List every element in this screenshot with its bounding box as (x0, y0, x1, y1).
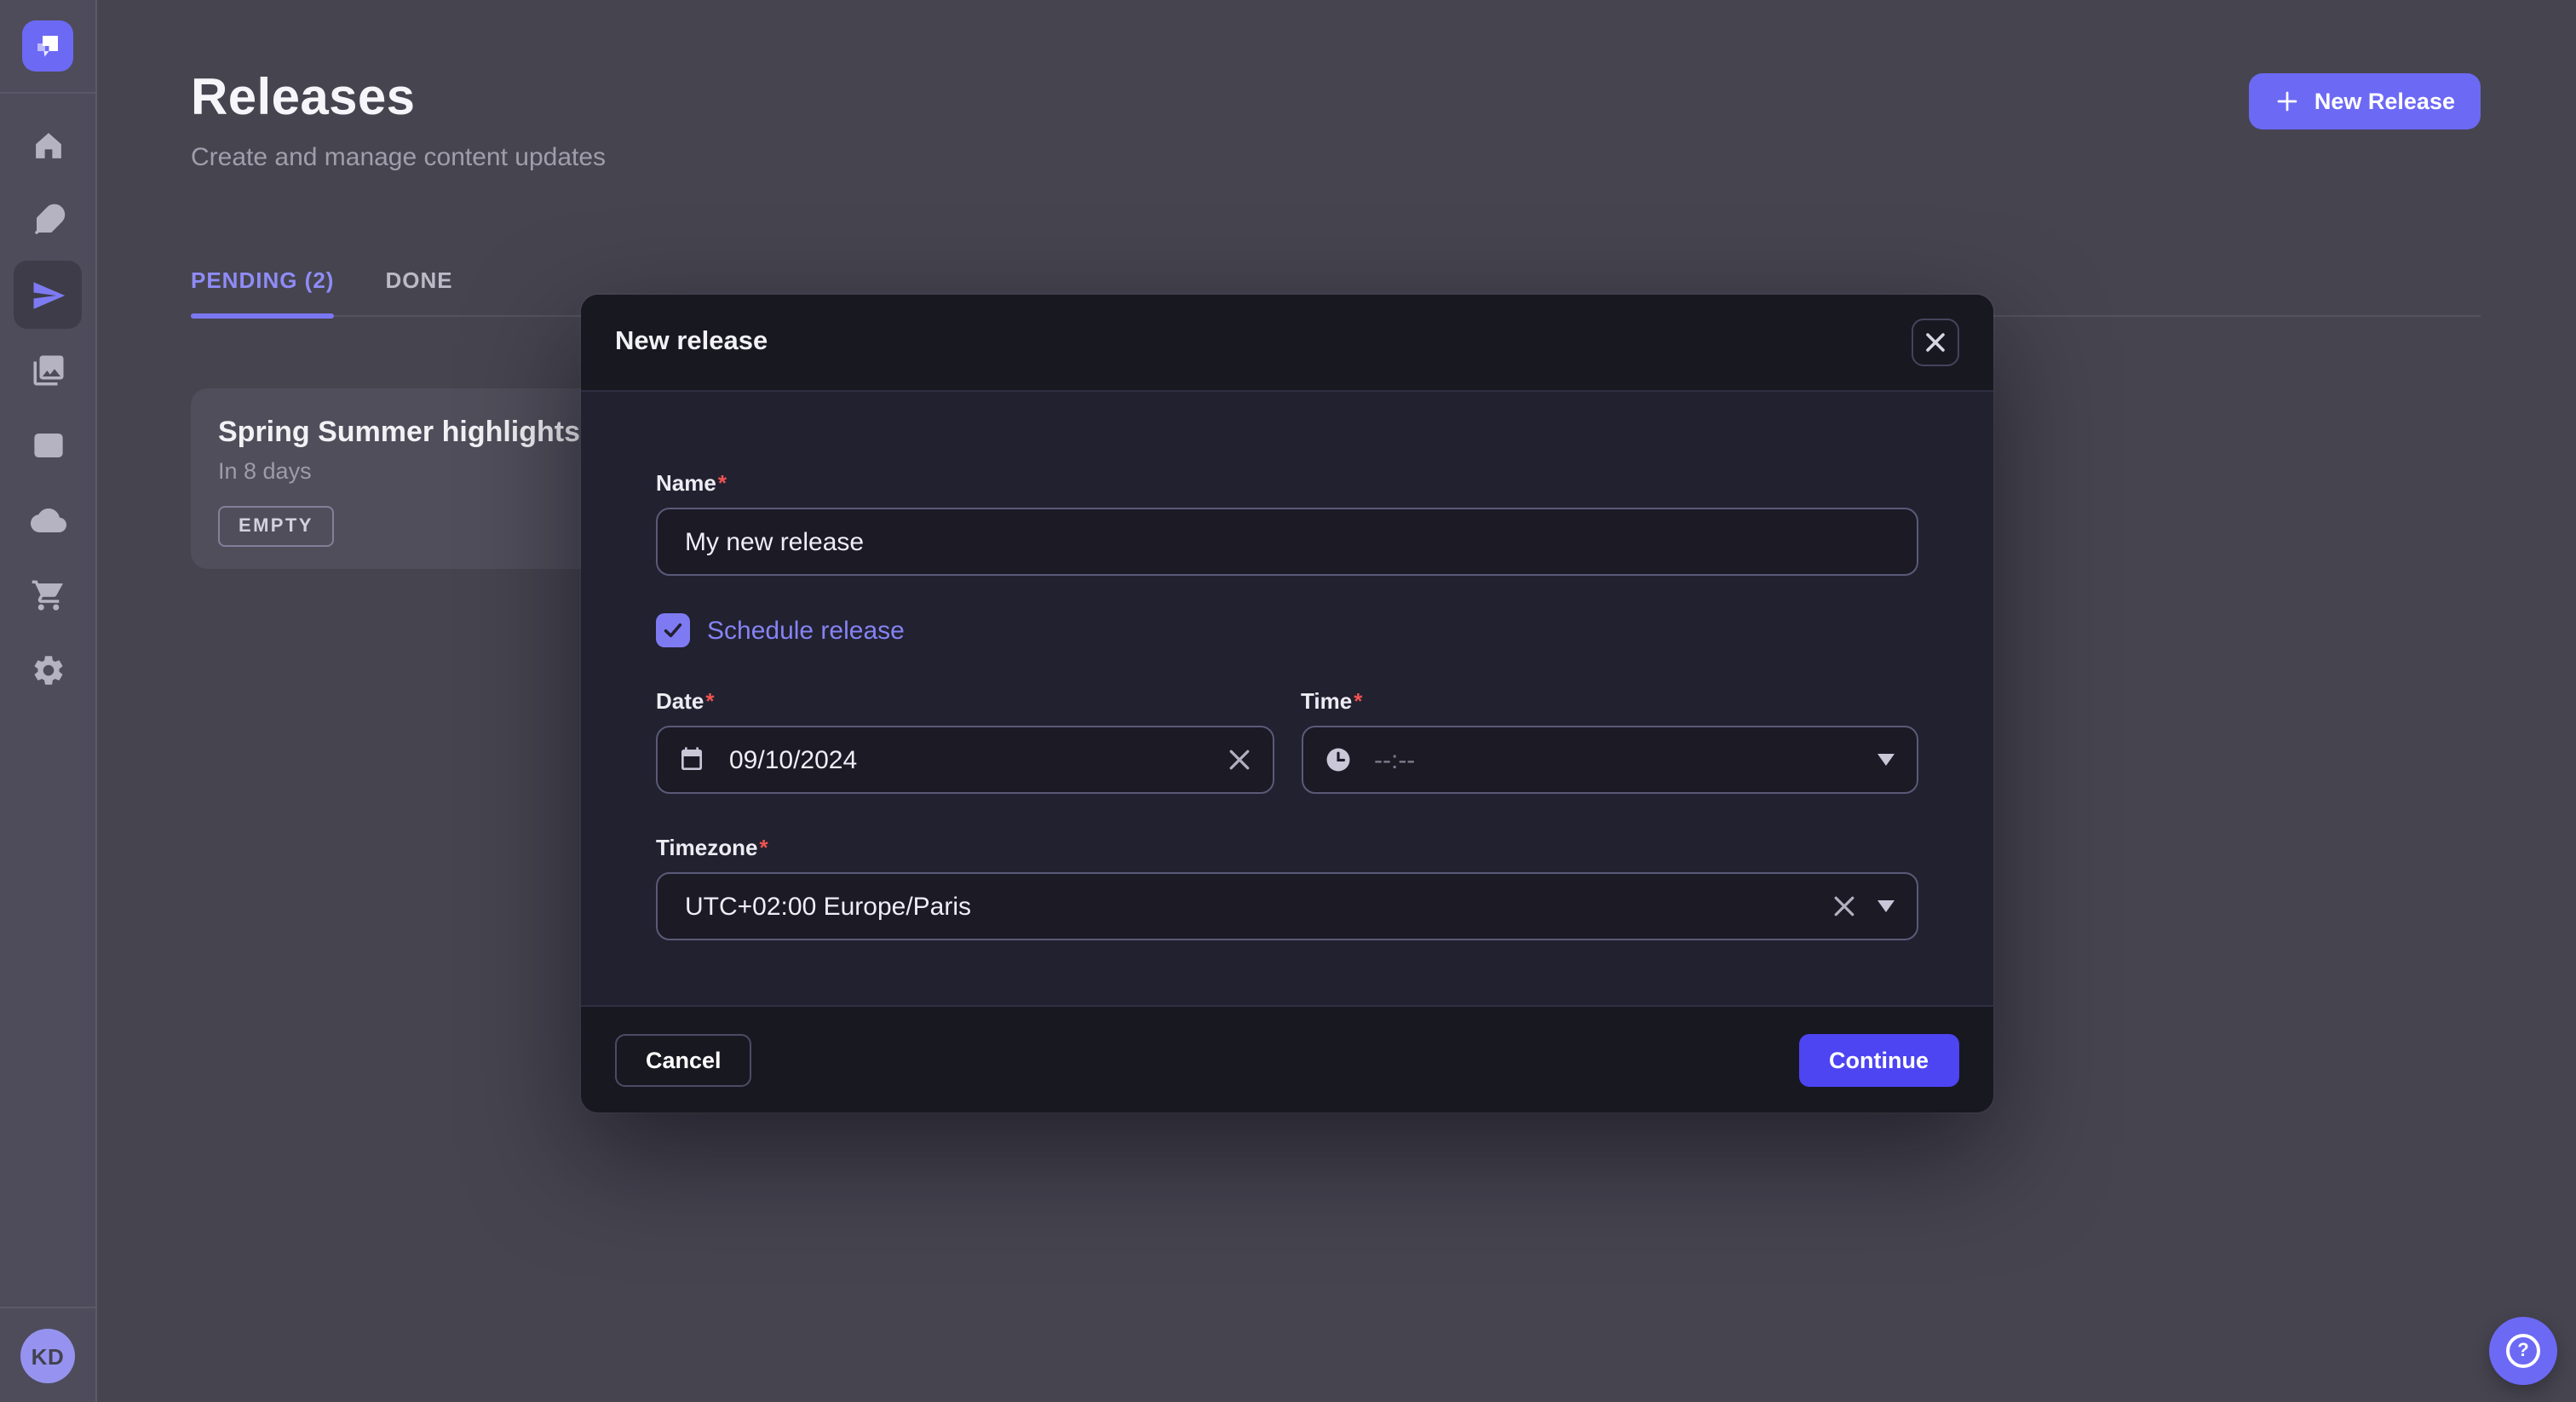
release-card-subtitle: In 8 days (218, 458, 600, 484)
time-label: Time* (1301, 688, 1918, 714)
cloud-icon (30, 502, 66, 537)
time-dropdown-caret-icon[interactable] (1877, 754, 1895, 766)
calendar-icon (678, 746, 705, 773)
timezone-label: Timezone* (656, 835, 1918, 860)
time-field-block: Time* (1301, 688, 1918, 794)
sidebar-item-media[interactable] (14, 336, 82, 404)
timezone-input[interactable] (656, 872, 1918, 940)
paper-plane-icon (30, 277, 66, 313)
date-clear-icon[interactable] (1228, 749, 1250, 771)
new-release-label: New Release (2314, 89, 2455, 114)
required-asterisk: * (759, 835, 768, 860)
required-asterisk: * (705, 688, 714, 714)
sidebar-item-releases[interactable] (14, 261, 82, 329)
sidebar-item-cloud[interactable] (14, 486, 82, 554)
sidebar-item-content[interactable] (14, 186, 82, 254)
checkmark-icon (661, 618, 685, 642)
sidebar-item-shop[interactable] (14, 560, 82, 629)
cart-icon (30, 577, 66, 612)
gear-icon (30, 652, 66, 687)
sidebar-footer: KD (0, 1307, 95, 1402)
close-icon (1925, 332, 1946, 353)
sidebar-footer-divider (0, 1307, 95, 1308)
home-icon (30, 127, 66, 163)
tab-done[interactable]: DONE (385, 267, 452, 315)
question-mark-icon: ? (2506, 1334, 2540, 1368)
modal-body: Name* Schedule release Date* (581, 392, 1993, 1005)
page-title: Releases (191, 68, 2481, 129)
date-input[interactable] (656, 726, 1274, 794)
feather-icon (30, 202, 66, 238)
timezone-dropdown-caret-icon[interactable] (1877, 900, 1895, 912)
help-button[interactable]: ? (2489, 1317, 2557, 1385)
modal-footer: Cancel Continue (581, 1005, 1993, 1112)
layout-icon (30, 427, 66, 463)
sidebar-item-home[interactable] (14, 111, 82, 179)
date-label: Date* (656, 688, 1274, 714)
modal-title: New release (615, 327, 768, 358)
tab-pending[interactable]: PENDING (2) (191, 267, 334, 315)
plus-icon (2275, 89, 2301, 114)
sidebar-item-settings[interactable] (14, 635, 82, 704)
page-subtitle: Create and manage content updates (191, 143, 2481, 172)
timezone-field-block: Timezone* (656, 835, 1918, 940)
clock-icon (1323, 745, 1352, 774)
required-asterisk: * (718, 470, 727, 496)
date-field-block: Date* (656, 688, 1274, 794)
logo-icon (32, 31, 63, 61)
sidebar-item-pages[interactable] (14, 411, 82, 479)
name-field-block: Name* (656, 470, 1918, 576)
cancel-button[interactable]: Cancel (615, 1033, 752, 1086)
app-window: KD Releases Create and manage content up… (0, 0, 2576, 1402)
release-card-title: Spring Summer highlights (218, 416, 600, 450)
time-input[interactable] (1301, 726, 1918, 794)
continue-button[interactable]: Continue (1798, 1033, 1959, 1086)
date-time-row: Date* Time* (656, 688, 1918, 794)
user-avatar[interactable]: KD (20, 1329, 75, 1383)
release-card[interactable]: Spring Summer highlights In 8 days EMPTY (191, 388, 627, 569)
sidebar-nav (14, 111, 82, 704)
schedule-release-toggle[interactable]: Schedule release (656, 613, 1918, 647)
name-label: Name* (656, 470, 1918, 496)
app-logo[interactable] (22, 20, 73, 72)
photos-icon (30, 352, 66, 388)
new-release-button[interactable]: New Release (2250, 73, 2481, 129)
sidebar-divider (0, 92, 95, 94)
required-asterisk: * (1354, 688, 1362, 714)
timezone-clear-icon[interactable] (1833, 895, 1855, 917)
modal-header: New release (581, 295, 1993, 392)
schedule-checkbox[interactable] (656, 613, 690, 647)
name-input[interactable] (656, 508, 1918, 576)
sidebar: KD (0, 0, 97, 1402)
status-badge: EMPTY (218, 506, 334, 547)
new-release-modal: New release Name* Schedule release (581, 295, 1993, 1112)
schedule-checkbox-label[interactable]: Schedule release (707, 616, 905, 645)
modal-close-button[interactable] (1912, 319, 1959, 366)
